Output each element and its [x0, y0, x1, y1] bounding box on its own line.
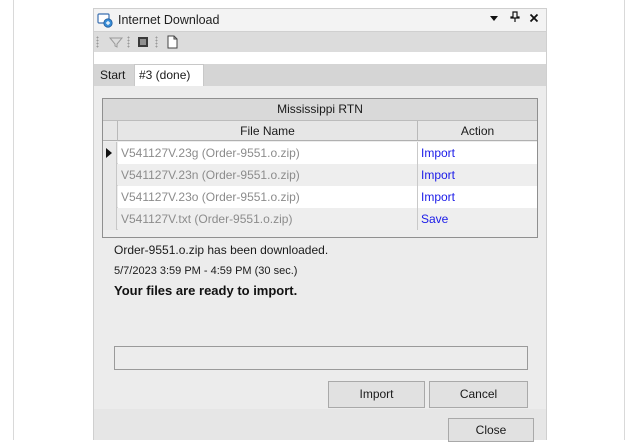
content-area: Start #3 (done) Mississippi RTN File Nam… — [94, 52, 546, 409]
internet-download-window: Internet Download Start #3 (done) Missis… — [93, 8, 547, 442]
row-selector[interactable] — [103, 142, 117, 164]
action-link[interactable]: Import — [418, 142, 537, 164]
pin-icon[interactable] — [507, 11, 523, 29]
current-row-arrow-icon — [106, 148, 112, 158]
stop-icon[interactable] — [135, 34, 151, 50]
action-link[interactable]: Import — [418, 186, 537, 208]
filter-icon[interactable] — [108, 34, 124, 50]
toolbar — [94, 31, 546, 53]
import-button[interactable]: Import — [328, 381, 425, 408]
files-grid: Mississippi RTN File Name Action V541127… — [102, 98, 538, 238]
file-name-cell: V541127V.23o (Order-9551.o.zip) — [118, 186, 418, 208]
cancel-button[interactable]: Cancel — [429, 381, 528, 408]
row-selector-header — [103, 121, 118, 141]
row-selector[interactable] — [103, 164, 117, 186]
table-row[interactable]: V541127V.23o (Order-9551.o.zip) Import — [103, 186, 537, 208]
ready-to-import-message: Your files are ready to import. — [114, 283, 298, 298]
title-bar: Internet Download — [94, 9, 546, 31]
toolbar-separator-2 — [155, 36, 158, 48]
file-name-cell: V541127V.23n (Order-9551.o.zip) — [118, 164, 418, 186]
table-row[interactable]: V541127V.23n (Order-9551.o.zip) Import — [103, 164, 537, 186]
action-link[interactable]: Import — [418, 164, 537, 186]
window-footer: Close — [94, 409, 546, 442]
table-row[interactable]: V541127V.23g (Order-9551.o.zip) Import — [103, 142, 537, 164]
window-menu-dropdown-icon[interactable] — [486, 11, 502, 29]
row-selector[interactable] — [103, 186, 117, 208]
window-title: Internet Download — [118, 13, 220, 27]
file-name-cell: V541127V.txt (Order-9551.o.zip) — [118, 208, 418, 230]
download-panel: Mississippi RTN File Name Action V541127… — [94, 86, 546, 409]
toolbar-separator — [127, 36, 130, 48]
grid-group-header: Mississippi RTN — [103, 99, 537, 121]
toolbar-grip[interactable] — [96, 36, 99, 48]
download-time-range: 5/7/2023 3:59 PM - 4:59 PM (30 sec.) — [114, 265, 298, 277]
close-icon[interactable] — [526, 11, 542, 29]
file-name-cell: V541127V.23g (Order-9551.o.zip) — [118, 142, 418, 164]
new-document-icon[interactable] — [164, 34, 180, 50]
column-header-action[interactable]: Action — [418, 121, 537, 141]
column-header-file-name[interactable]: File Name — [118, 121, 418, 141]
tab-strip: Start #3 (done) — [94, 64, 546, 87]
download-app-icon — [97, 12, 113, 28]
row-selector[interactable] — [103, 208, 117, 230]
tab-download-3[interactable]: #3 (done) — [134, 64, 204, 87]
table-row[interactable]: V541127V.txt (Order-9551.o.zip) Save — [103, 208, 537, 230]
tab-start[interactable]: Start — [96, 65, 129, 86]
action-link[interactable]: Save — [418, 208, 537, 230]
progress-bar — [114, 346, 528, 370]
download-complete-message: Order-9551.o.zip has been downloaded. — [114, 243, 329, 257]
close-button[interactable]: Close — [448, 418, 534, 442]
